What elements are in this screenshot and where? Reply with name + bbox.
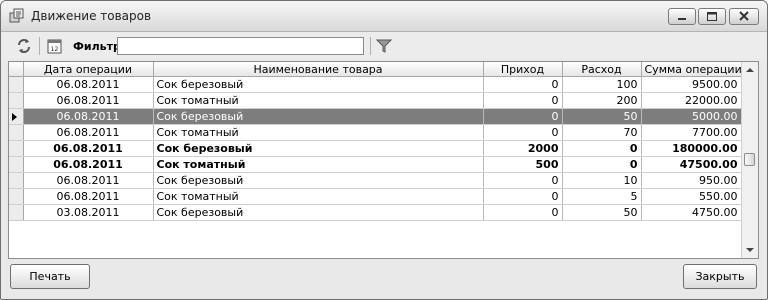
cell-sum[interactable]: 550.00: [641, 188, 742, 205]
cell-date[interactable]: 06.08.2011: [23, 108, 154, 125]
filter-input[interactable]: [117, 37, 364, 55]
vertical-scrollbar[interactable]: [741, 62, 758, 258]
row-indicator[interactable]: [9, 92, 24, 109]
funnel-icon[interactable]: [375, 37, 393, 55]
column-header-date[interactable]: Дата операции: [23, 62, 154, 77]
column-header-product[interactable]: Наименование товара: [153, 62, 484, 77]
close-button[interactable]: Закрыть: [683, 264, 757, 289]
header-row: Дата операции Наименование товара Приход…: [9, 62, 742, 77]
cell-product[interactable]: Сок березовый: [153, 172, 484, 189]
toolbar-separator: [39, 37, 40, 55]
cell-expense[interactable]: 70: [562, 124, 642, 141]
cell-date[interactable]: 06.08.2011: [23, 156, 154, 173]
operations-table: Дата операции Наименование товара Приход…: [9, 62, 742, 221]
cell-product[interactable]: Сок томатный: [153, 188, 484, 205]
cell-date[interactable]: 06.08.2011: [23, 140, 154, 157]
cell-expense[interactable]: 0: [562, 140, 642, 157]
cell-income[interactable]: 0: [483, 124, 563, 141]
cell-income[interactable]: 0: [483, 108, 563, 125]
row-indicator[interactable]: [9, 188, 24, 205]
cell-income[interactable]: 0: [483, 188, 563, 205]
cell-income[interactable]: 2000: [483, 140, 563, 157]
cell-sum[interactable]: 47500.00: [641, 156, 742, 173]
table-row[interactable]: 06.08.2011 Сок томатный 0 200 22000.00: [9, 92, 742, 109]
maximize-icon: [707, 12, 717, 21]
row-indicator[interactable]: [9, 156, 24, 173]
cell-date[interactable]: 06.08.2011: [23, 172, 154, 189]
scroll-thumb[interactable]: [744, 153, 755, 166]
cell-product[interactable]: Сок березовый: [153, 108, 484, 125]
table-row[interactable]: 03.08.2011 Сок березовый 0 50 4750.00: [9, 204, 742, 221]
cell-product[interactable]: Сок березовый: [153, 76, 484, 93]
cell-expense[interactable]: 50: [562, 108, 642, 125]
close-icon: [739, 11, 749, 21]
cell-income[interactable]: 0: [483, 92, 563, 109]
cell-sum[interactable]: 9500.00: [641, 76, 742, 93]
cell-date[interactable]: 06.08.2011: [23, 92, 154, 109]
print-button[interactable]: Печать: [10, 264, 90, 289]
table-row[interactable]: 06.08.2011 Сок томатный 0 5 550.00: [9, 188, 742, 205]
cell-sum[interactable]: 22000.00: [641, 92, 742, 109]
cell-sum[interactable]: 5000.00: [641, 108, 742, 125]
cell-date[interactable]: 03.08.2011: [23, 204, 154, 221]
calendar-icon[interactable]: 12: [46, 37, 64, 55]
column-header-income[interactable]: Приход: [483, 62, 563, 77]
cell-sum[interactable]: 7700.00: [641, 124, 742, 141]
row-indicator[interactable]: [9, 108, 24, 125]
goods-movement-window: Движение товаров 12 Фильтр Дата операции…: [0, 0, 768, 300]
table-row[interactable]: 06.08.2011 Сок березовый 0 100 9500.00: [9, 76, 742, 93]
operations-grid[interactable]: Дата операции Наименование товара Приход…: [8, 61, 759, 259]
cell-product[interactable]: Сок томатный: [153, 124, 484, 141]
cell-income[interactable]: 0: [483, 76, 563, 93]
cell-sum[interactable]: 4750.00: [641, 204, 742, 221]
scroll-down-icon[interactable]: [742, 242, 758, 258]
cell-expense[interactable]: 50: [562, 204, 642, 221]
indicator-header: [9, 62, 24, 77]
row-indicator[interactable]: [9, 172, 24, 189]
cell-product[interactable]: Сок томатный: [153, 92, 484, 109]
filter-label: Фильтр: [73, 40, 121, 53]
table-row[interactable]: 06.08.2011 Сок березовый 2000 0 180000.00: [9, 140, 742, 157]
cell-expense[interactable]: 100: [562, 76, 642, 93]
cell-expense[interactable]: 5: [562, 188, 642, 205]
cell-product[interactable]: Сок березовый: [153, 204, 484, 221]
minimize-icon: [678, 18, 686, 20]
cell-date[interactable]: 06.08.2011: [23, 124, 154, 141]
minimize-button[interactable]: [668, 8, 696, 25]
close-window-button[interactable]: [729, 8, 759, 25]
cell-product[interactable]: Сок томатный: [153, 156, 484, 173]
row-indicator[interactable]: [9, 204, 24, 221]
cell-income[interactable]: 0: [483, 172, 563, 189]
cell-expense[interactable]: 10: [562, 172, 642, 189]
toolbar: 12 Фильтр: [1, 32, 767, 59]
column-header-sum[interactable]: Сумма операции: [641, 62, 742, 77]
cell-expense[interactable]: 0: [562, 156, 642, 173]
scroll-up-icon[interactable]: [742, 62, 758, 78]
column-header-expense[interactable]: Расход: [562, 62, 642, 77]
cell-product[interactable]: Сок березовый: [153, 140, 484, 157]
row-indicator[interactable]: [9, 124, 24, 141]
row-indicator[interactable]: [9, 140, 24, 157]
table-row[interactable]: 06.08.2011 Сок томатный 500 0 47500.00: [9, 156, 742, 173]
cell-sum[interactable]: 180000.00: [641, 140, 742, 157]
cell-date[interactable]: 06.08.2011: [23, 76, 154, 93]
refresh-icon[interactable]: [15, 37, 33, 55]
table-row[interactable]: 06.08.2011 Сок томатный 0 70 7700.00: [9, 124, 742, 141]
cell-sum[interactable]: 950.00: [641, 172, 742, 189]
toolbar-separator: [370, 37, 371, 55]
title-bar[interactable]: Движение товаров: [1, 1, 767, 32]
table-row[interactable]: 06.08.2011 Сок березовый 0 50 5000.00: [9, 108, 742, 125]
cell-income[interactable]: 0: [483, 204, 563, 221]
cell-expense[interactable]: 200: [562, 92, 642, 109]
window-title: Движение товаров: [31, 9, 152, 23]
maximize-button[interactable]: [698, 8, 726, 25]
row-indicator[interactable]: [9, 76, 24, 93]
table-row[interactable]: 06.08.2011 Сок березовый 0 10 950.00: [9, 172, 742, 189]
app-icon: [9, 8, 24, 23]
current-row-arrow-icon: [12, 112, 17, 121]
calendar-icon-text: 12: [51, 46, 59, 53]
cell-income[interactable]: 500: [483, 156, 563, 173]
cell-date[interactable]: 06.08.2011: [23, 188, 154, 205]
